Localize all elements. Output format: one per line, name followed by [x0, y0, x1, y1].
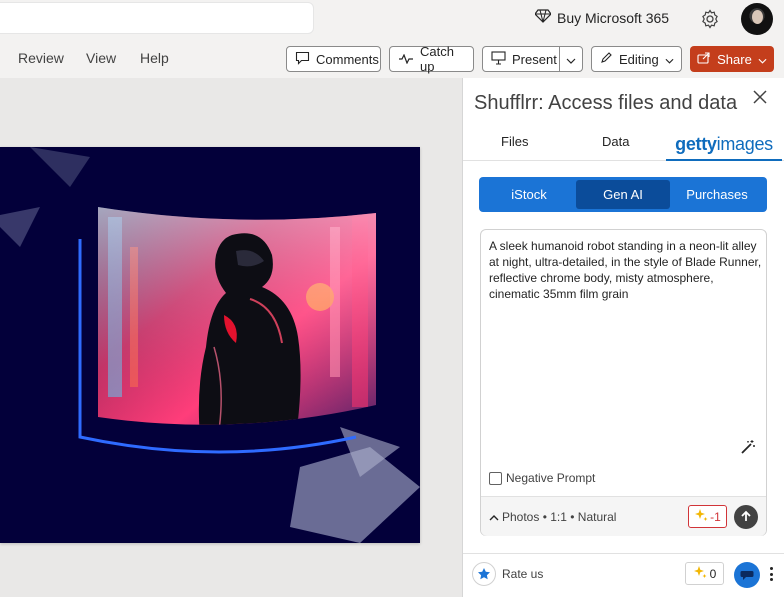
- editing-label: Editing: [619, 51, 659, 67]
- share-label: Share: [717, 51, 752, 67]
- chat-icon[interactable]: [734, 562, 760, 588]
- segment-gen-ai[interactable]: Gen AI: [576, 180, 670, 209]
- pane-footer: Rate us 0: [463, 553, 784, 597]
- slide-canvas[interactable]: [0, 78, 462, 597]
- sparkle-icon: [693, 565, 707, 582]
- avatar[interactable]: [741, 3, 773, 35]
- credit-cost-badge: -1: [688, 505, 727, 528]
- catch-up-button[interactable]: Catch up: [389, 44, 474, 74]
- prompt-textarea[interactable]: A sleek humanoid robot standing in a neo…: [489, 238, 763, 302]
- chevron-down-icon: [758, 52, 767, 67]
- diamond-icon: [534, 9, 552, 26]
- editing-mode-button[interactable]: Editing: [591, 46, 682, 72]
- pane-tabs: Files Data getty images: [463, 125, 784, 161]
- catchup-label: Catch up: [420, 44, 454, 74]
- magic-wand-icon[interactable]: [740, 439, 756, 458]
- buy-label: Buy Microsoft 365: [557, 9, 670, 26]
- sparkle-icon: [694, 508, 708, 525]
- present-button[interactable]: Present: [482, 46, 560, 72]
- title-bar: Buy Microsoft 365: [0, 0, 784, 38]
- credits-balance: 0: [685, 562, 724, 585]
- decor-shard: [30, 147, 90, 187]
- present-icon: [491, 50, 506, 68]
- pane-title: Shufflrr: Access files and data: [474, 92, 738, 114]
- source-segmented-control: iStock Gen AI Purchases: [479, 177, 767, 212]
- segment-istock[interactable]: iStock: [482, 180, 576, 209]
- share-icon: [697, 51, 711, 67]
- buy-microsoft-365-link[interactable]: Buy Microsoft 365: [534, 9, 670, 26]
- present-label: Present: [512, 51, 557, 67]
- slide[interactable]: [0, 147, 420, 543]
- negative-prompt-label: Negative Prompt: [506, 471, 596, 485]
- getty-logo-prefix: getty: [675, 133, 717, 154]
- close-icon[interactable]: [751, 88, 769, 106]
- tab-files[interactable]: Files: [501, 134, 528, 149]
- gear-icon[interactable]: [699, 8, 721, 30]
- chevron-up-icon: [489, 510, 499, 524]
- rate-us-label: Rate us: [502, 567, 544, 581]
- shufflrr-task-pane: Shufflrr: Access files and data Files Da…: [462, 78, 784, 597]
- rate-us-button[interactable]: Rate us: [472, 562, 543, 586]
- ribbon-menubar: Review View Help Comments Catch up Prese…: [0, 38, 784, 78]
- credit-cost-value: -1: [710, 509, 721, 524]
- negative-prompt-checkbox[interactable]: [489, 471, 502, 485]
- generate-button[interactable]: [734, 505, 758, 529]
- star-icon: [472, 562, 496, 586]
- generation-options-label: Photos • 1:1 • Natural: [502, 510, 617, 524]
- prompt-card: A sleek humanoid robot standing in a neo…: [480, 229, 767, 536]
- generation-options-bar: Photos • 1:1 • Natural -1: [481, 496, 766, 536]
- present-options-button[interactable]: [559, 46, 583, 72]
- comments-label: Comments: [316, 51, 379, 67]
- more-icon[interactable]: [768, 564, 774, 584]
- generation-options-toggle[interactable]: Photos • 1:1 • Natural: [489, 510, 616, 524]
- tab-gettyimages[interactable]: getty images: [666, 129, 782, 161]
- slide-artwork: [0, 147, 420, 543]
- pencil-icon: [600, 51, 613, 67]
- negative-prompt-toggle[interactable]: Negative Prompt: [489, 471, 595, 485]
- menu-review[interactable]: Review: [18, 50, 64, 66]
- share-button[interactable]: Share: [690, 46, 774, 72]
- chevron-down-icon: [566, 52, 576, 67]
- catchup-icon: [398, 52, 414, 67]
- chevron-down-icon: [665, 52, 674, 67]
- comments-button[interactable]: Comments: [286, 46, 381, 72]
- credits-value: 0: [709, 566, 717, 581]
- segment-purchases[interactable]: Purchases: [670, 180, 764, 209]
- getty-logo-suffix: images: [716, 133, 774, 154]
- menu-help[interactable]: Help: [140, 50, 169, 66]
- search-box[interactable]: [0, 2, 314, 34]
- menu-view[interactable]: View: [86, 50, 116, 66]
- arrow-up-icon: [740, 510, 752, 525]
- tab-data[interactable]: Data: [602, 134, 629, 149]
- comment-icon: [295, 51, 310, 68]
- robot-image: [98, 207, 376, 425]
